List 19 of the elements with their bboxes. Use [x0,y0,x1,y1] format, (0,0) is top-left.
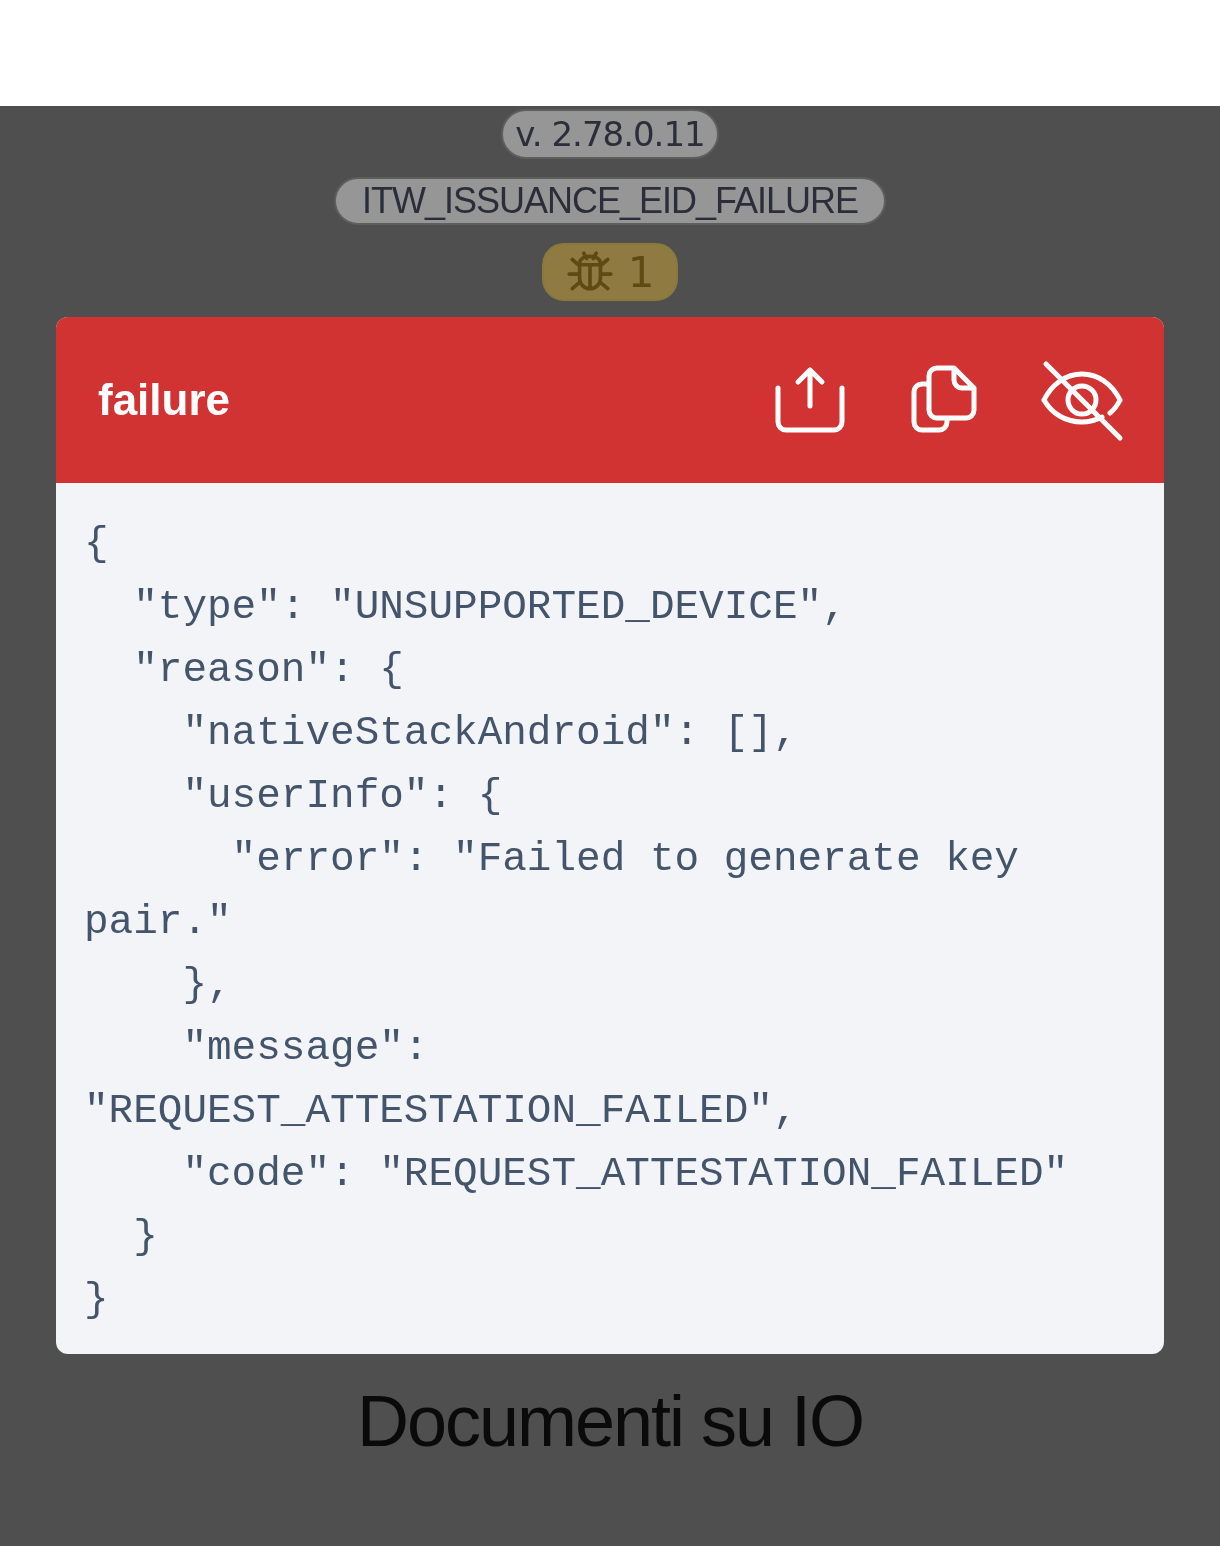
code-line: "userInfo": { [181,772,504,821]
card-title: failure [98,375,231,425]
code-line: "REQUEST_ATTESTATION_FAILED", [84,1087,799,1136]
code-line: { [84,520,110,569]
version-badge: v. 2.78.0.11 [501,109,719,159]
error-code-badge: ITW_ISSUANCE_EID_FAILURE [333,177,887,225]
section-heading: Documenti su IO [356,1380,864,1462]
code-line: }, [181,961,233,1010]
code-line: "reason": { [132,646,405,695]
code-line: "code": "REQUEST_ATTESTATION_FAILED" [181,1150,1070,1199]
share-icon [774,364,846,436]
code-line: "message": [181,1024,430,1073]
code-line: "nativeStackAndroid": [], [181,709,799,758]
code-line: } [132,1213,159,1262]
code-line: "type": "UNSUPPORTED_DEVICE", [132,583,848,632]
code-line: } [84,1276,110,1325]
share-button[interactable] [774,364,846,436]
code-line: "error": "Failed to generate key [230,835,1020,884]
code-line: pair." [84,898,233,947]
